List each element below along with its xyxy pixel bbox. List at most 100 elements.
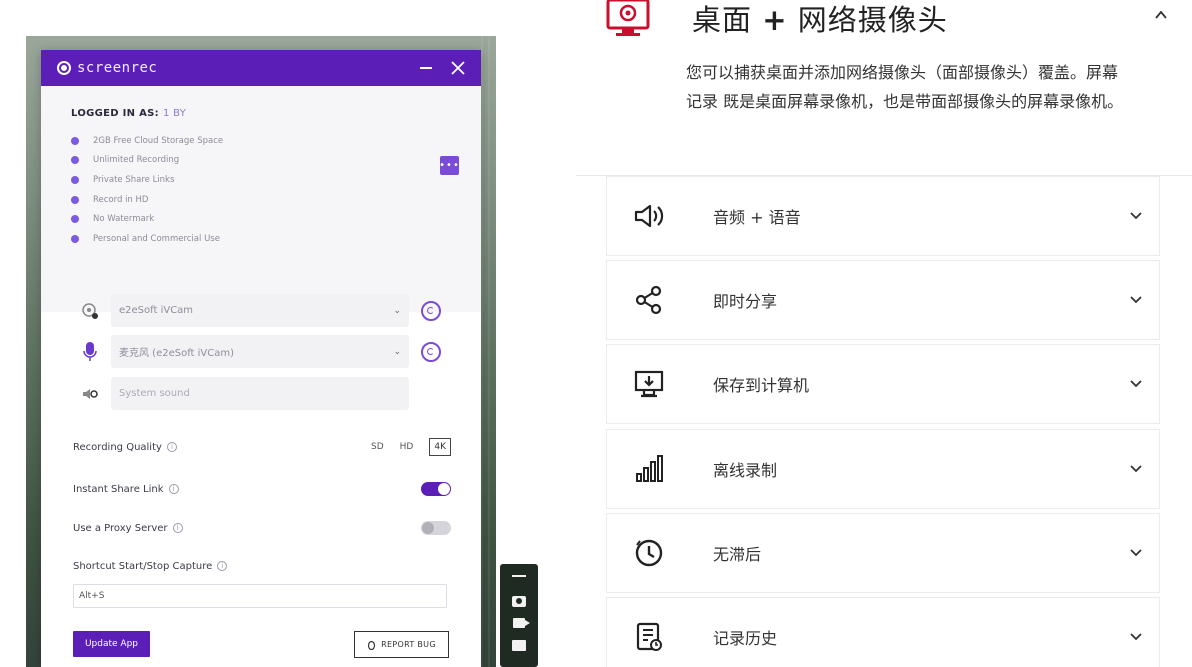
screenrec-window: screenrec LOGGED IN AS: 1 BY ••• 2GB Free…: [41, 50, 481, 667]
microphone-test-button[interactable]: [421, 341, 441, 362]
recording-quality-label: Recording Quality: [73, 441, 162, 453]
feature-item: 2GB Free Cloud Storage Space: [71, 131, 451, 151]
share-icon: [629, 280, 669, 320]
username: 1 BY: [162, 108, 187, 119]
feature-title-part2: 网络摄像头: [797, 3, 948, 37]
accordion-label: 即时分享: [713, 292, 778, 311]
collapse-chevron-up-icon[interactable]: [1154, 6, 1168, 27]
feature-item: Unlimited Recording: [71, 151, 451, 171]
screenshot-button[interactable]: [511, 594, 527, 608]
update-app-button[interactable]: Update App: [73, 631, 150, 657]
proxy-toggle[interactable]: [421, 521, 451, 535]
report-bug-button[interactable]: REPORT BUG: [354, 631, 449, 658]
chevron-down-icon: [1129, 293, 1143, 307]
video-icon: [513, 618, 530, 628]
camera-select-value: e2eSoft iVCam: [119, 305, 194, 316]
toggle-knob: [422, 522, 434, 534]
screenrec-logo-icon: [57, 61, 71, 75]
recording-quality-label-wrap: Recording Quality i: [73, 441, 371, 453]
shortcut-input[interactable]: Alt+S: [73, 584, 447, 608]
microphone-select[interactable]: 麦克风 (e2eSoft iVCam) ⌄: [111, 335, 409, 368]
bug-icon: [368, 640, 376, 650]
feature-text: Personal and Commercial Use: [93, 233, 220, 244]
toggle-knob: [438, 483, 450, 495]
accordion-label: 音频 + 语音: [713, 208, 801, 227]
camera-preview-button[interactable]: [421, 300, 441, 321]
account-menu-button[interactable]: •••: [439, 156, 459, 175]
microphone-icon: [79, 341, 101, 363]
quality-selector: SD HD 4K: [371, 438, 451, 456]
accordion-label: 记录历史: [713, 629, 778, 648]
accordion-label: 离线录制: [713, 461, 778, 480]
open-folder-button[interactable]: [511, 638, 527, 652]
quality-hd-option[interactable]: HD: [400, 442, 414, 452]
history-document-icon: [629, 617, 669, 657]
minimize-button[interactable]: [415, 57, 437, 79]
speaker-icon: [629, 196, 669, 236]
chevron-down-icon: [1129, 546, 1143, 560]
feature-text: No Watermark: [93, 214, 155, 225]
quality-sd-option[interactable]: SD: [371, 442, 384, 452]
brand: screenrec: [57, 60, 405, 76]
shortcut-label-wrap: Shortcut Start/Stop Capture i: [73, 560, 451, 572]
logged-in-text: LOGGED IN AS:: [71, 108, 159, 119]
speaker-icon: [79, 383, 101, 405]
webcam-icon: [79, 300, 101, 322]
chevron-down-icon: ⌄: [393, 346, 401, 357]
feature-item: Private Share Links: [71, 170, 451, 190]
feature-text: Unlimited Recording: [93, 155, 180, 166]
camera-select[interactable]: e2eSoft iVCam ⌄: [111, 294, 409, 327]
instant-share-label: Instant Share Link: [73, 483, 164, 495]
feature-item: Record in HD: [71, 190, 451, 210]
chevron-down-icon: ⌄: [393, 305, 401, 316]
accordion-label: 无滞后: [713, 545, 762, 564]
chevron-down-icon: [1129, 377, 1143, 391]
save-to-computer-icon: [629, 364, 669, 404]
feature-item: No Watermark: [71, 209, 451, 229]
bullet-icon: [71, 234, 79, 243]
instant-share-toggle[interactable]: [421, 482, 451, 496]
chevron-down-icon: [1129, 462, 1143, 476]
drag-handle-icon: [512, 575, 526, 583]
widget-handle[interactable]: [511, 572, 527, 586]
feature-text: Private Share Links: [93, 174, 175, 185]
system-sound-select[interactable]: System sound: [111, 377, 409, 410]
bullet-icon: [71, 156, 79, 165]
bullet-icon: [71, 215, 79, 224]
system-sound-row: System sound: [79, 377, 453, 410]
accordion-label: 保存到计算机: [713, 376, 810, 395]
bullet-icon: [71, 136, 79, 145]
accordion-item-audio[interactable]: 音频 + 语音: [606, 176, 1160, 256]
feature-text: Record in HD: [93, 194, 149, 205]
proxy-label-wrap: Use a Proxy Server i: [73, 522, 421, 534]
accordion-item-instant-share[interactable]: 即时分享: [606, 260, 1160, 340]
accordion-item-offline-recording[interactable]: 离线录制: [606, 429, 1160, 509]
microphone-row: 麦克风 (e2eSoft iVCam) ⌄: [79, 335, 453, 368]
close-button[interactable]: [447, 57, 469, 79]
system-sound-placeholder: System sound: [119, 388, 190, 399]
instant-share-label-wrap: Instant Share Link i: [73, 483, 421, 495]
feature-expanded-panel: 桌面 + 网络摄像头 您可以捕获桌面并添加网络摄像头（面部摄像头）覆盖。屏幕记录…: [576, 0, 1192, 176]
accordion-item-save-to-computer[interactable]: 保存到计算机: [606, 344, 1160, 424]
signal-bars-icon: [629, 449, 669, 489]
chevron-down-icon: [1129, 209, 1143, 223]
shortcut-label: Shortcut Start/Stop Capture: [73, 560, 213, 572]
feature-text: 2GB Free Cloud Storage Space: [93, 135, 224, 146]
bullet-icon: [71, 195, 79, 204]
app-name: screenrec: [77, 60, 158, 76]
account-panel: LOGGED IN AS: 1 BY ••• 2GB Free Cloud Sto…: [41, 86, 481, 312]
feature-title-part1: 桌面: [692, 3, 753, 37]
shortcut-row: Shortcut Start/Stop Capture i: [73, 558, 451, 574]
info-icon: i: [172, 522, 183, 533]
accordion-item-record-history[interactable]: 记录历史: [606, 597, 1160, 667]
proxy-row: Use a Proxy Server i: [73, 519, 451, 537]
title-bar[interactable]: screenrec: [41, 50, 481, 86]
feature-title: 桌面 + 网络摄像头: [692, 0, 948, 40]
report-bug-label: REPORT BUG: [381, 640, 436, 649]
desktop-webcam-icon: [606, 0, 650, 36]
accordion-item-no-lag[interactable]: 无滞后: [606, 513, 1160, 593]
folder-icon: [512, 639, 526, 651]
quality-4k-option[interactable]: 4K: [429, 438, 451, 456]
feature-item: Personal and Commercial Use: [71, 229, 451, 249]
record-video-button[interactable]: [511, 616, 530, 630]
